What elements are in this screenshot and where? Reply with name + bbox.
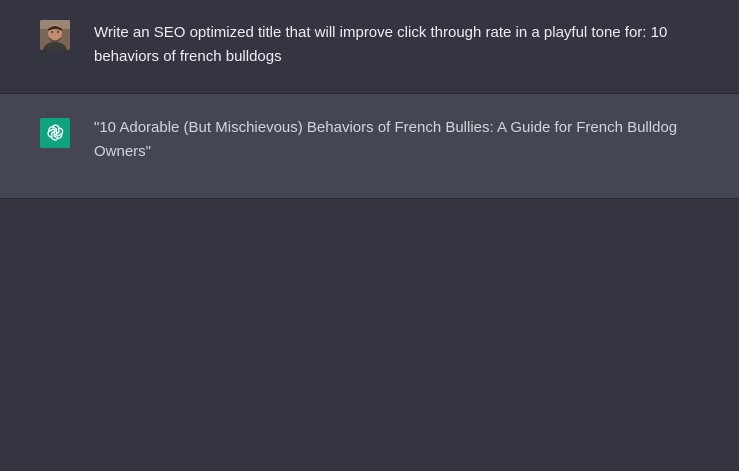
assistant-message-row: "10 Adorable (But Mischievous) Behaviors…: [0, 94, 739, 199]
user-avatar: [40, 20, 70, 50]
user-photo-icon: [40, 20, 70, 50]
user-message-text: Write an SEO optimized title that will i…: [94, 24, 668, 65]
chat-thread: Write an SEO optimized title that will i…: [0, 0, 739, 471]
user-message-row: Write an SEO optimized title that will i…: [0, 0, 739, 94]
assistant-avatar: [40, 118, 70, 148]
chatgpt-logo-icon: [47, 124, 64, 141]
assistant-message-text: "10 Adorable (But Mischievous) Behaviors…: [94, 119, 678, 160]
